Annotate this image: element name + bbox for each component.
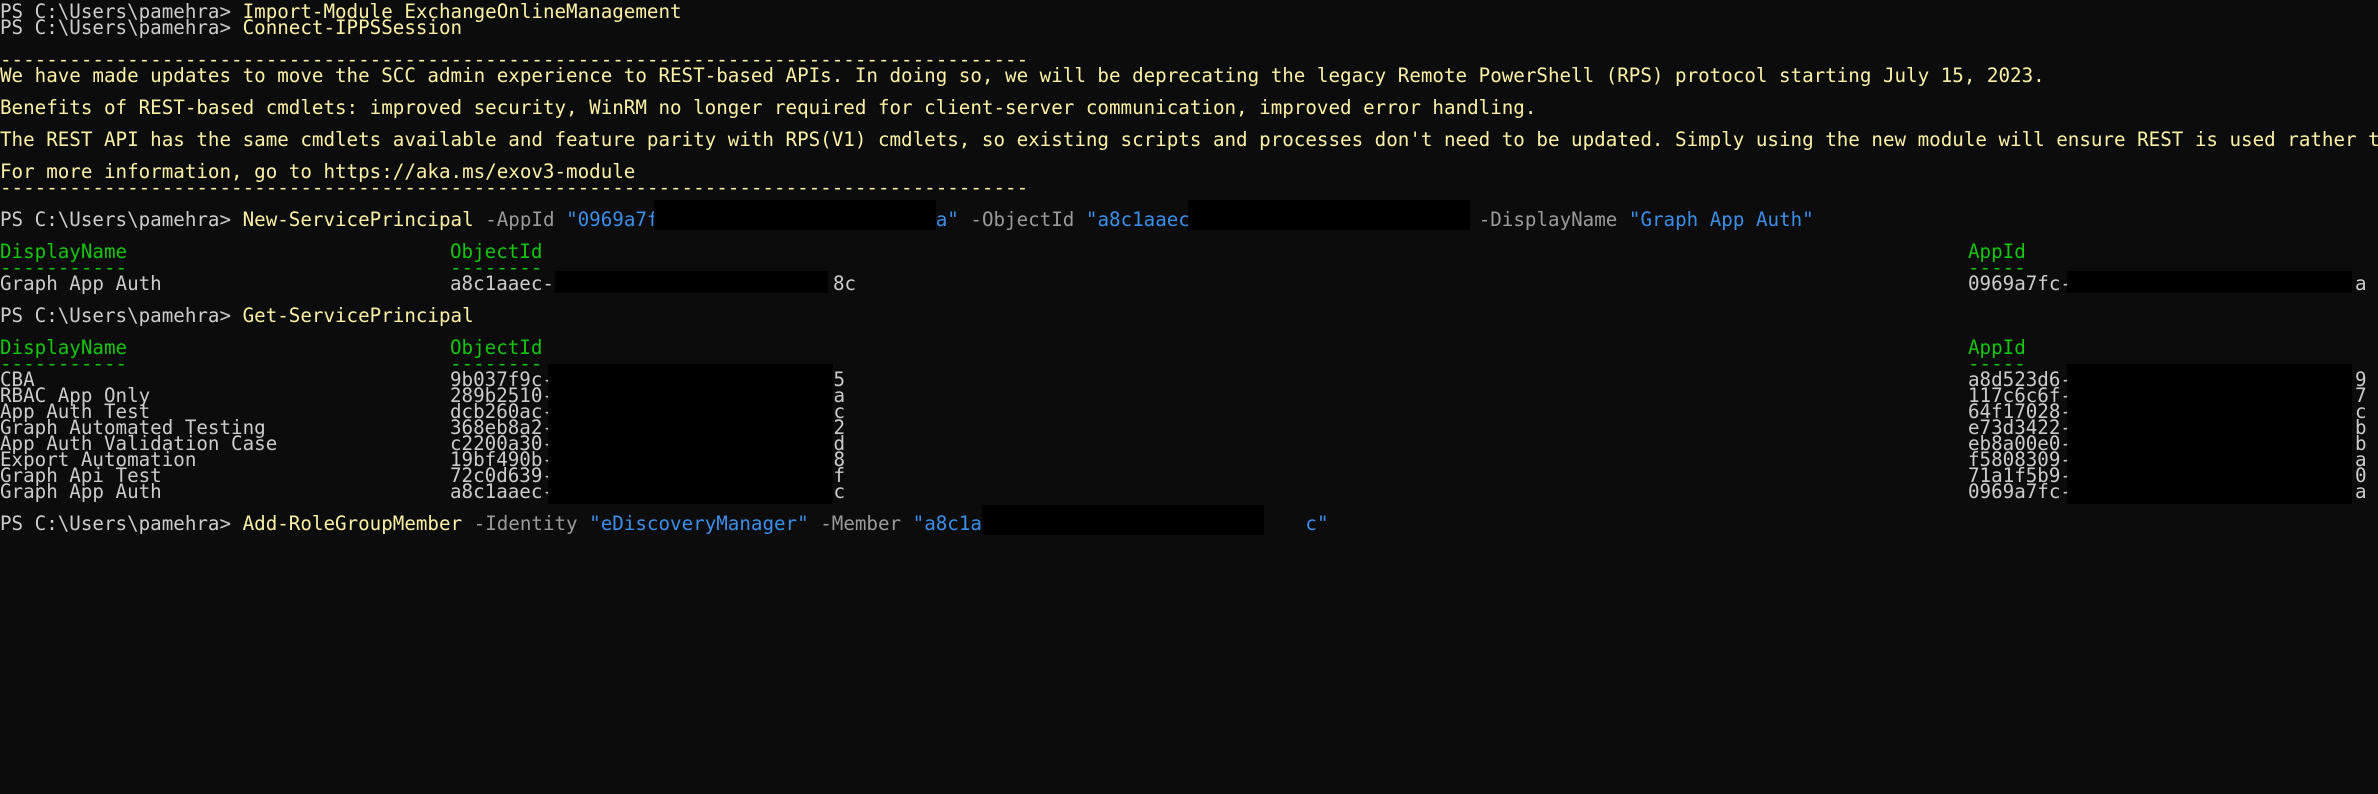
redaction-box: [548, 364, 833, 504]
param-member: -Member: [808, 512, 913, 535]
value-displayname: "Graph App Auth": [1628, 208, 1814, 231]
prompt: PS C:\Users\pamehra>: [0, 16, 243, 39]
param-appid: -AppId: [473, 208, 567, 231]
banner-line-2: Benefits of REST-based cmdlets: improved…: [0, 96, 1537, 119]
redaction-box: [555, 271, 828, 293]
prompt-line-connect: PS C:\Users\pamehra> Connect-IPPSSession: [0, 16, 462, 40]
value-appid-end: a": [935, 208, 959, 231]
cell-objectid-end: 8c: [833, 272, 857, 295]
value-identity: "eDiscoveryManager": [589, 512, 809, 535]
cell-displayname: Graph App Auth: [0, 480, 162, 503]
param-identity: -Identity: [462, 512, 590, 535]
powershell-terminal[interactable]: PS C:\Users\pamehra> Import-Module Excha…: [0, 0, 2378, 794]
table-row: Graph App Auth a8c1aaec-c 8c 0969a7fc- a: [0, 272, 2378, 296]
cell-appid-start: 0969a7fc-: [1968, 480, 2072, 503]
param-displayname: -DisplayName: [1467, 208, 1629, 231]
cell-appid-end: a: [2355, 480, 2367, 503]
banner-line-3: The REST API has the same cmdlets availa…: [0, 128, 2378, 151]
redaction-box: [2067, 364, 2352, 504]
redaction-box: [2067, 271, 2352, 293]
cell-displayname: Graph App Auth: [0, 272, 162, 295]
cell-appid-end: a: [2355, 272, 2367, 295]
cell-appid-start: 0969a7fc-: [1968, 272, 2072, 295]
cell-objectid-start: a8c1aaec-c: [450, 272, 566, 295]
banner-line-1: We have made updates to move the SCC adm…: [0, 64, 2045, 87]
table-row: Graph App Auth a8c1aaec- 8c 0969a7fc- a: [0, 480, 2378, 504]
cell-objectid-start: a8c1aaec-: [450, 480, 554, 503]
value-member-end: c": [1305, 512, 1329, 535]
redaction-box: [1188, 200, 1470, 230]
prompt: PS C:\Users\pamehra>: [0, 512, 243, 535]
cmdlet-new-serviceprincipal: New-ServicePrincipal: [242, 208, 474, 231]
command-connect: Connect-IPPSSession: [242, 16, 463, 39]
cmdlet-add-rolegroupmember: Add-RoleGroupMember: [242, 512, 463, 535]
prompt-line-get-sp: PS C:\Users\pamehra> Get-ServicePrincipa…: [0, 304, 474, 328]
redaction-box: [654, 200, 936, 230]
param-objectid: -ObjectId: [958, 208, 1086, 231]
value-objectid-start: "a8c1aaec-: [1085, 208, 1202, 231]
banner-separator-bottom: ----------------------------------------…: [0, 176, 1029, 199]
redaction-box: [982, 505, 1264, 535]
prompt: PS C:\Users\pamehra>: [0, 304, 243, 327]
prompt: PS C:\Users\pamehra>: [0, 208, 243, 231]
cmdlet-get-serviceprincipal: Get-ServicePrincipal: [242, 304, 474, 327]
